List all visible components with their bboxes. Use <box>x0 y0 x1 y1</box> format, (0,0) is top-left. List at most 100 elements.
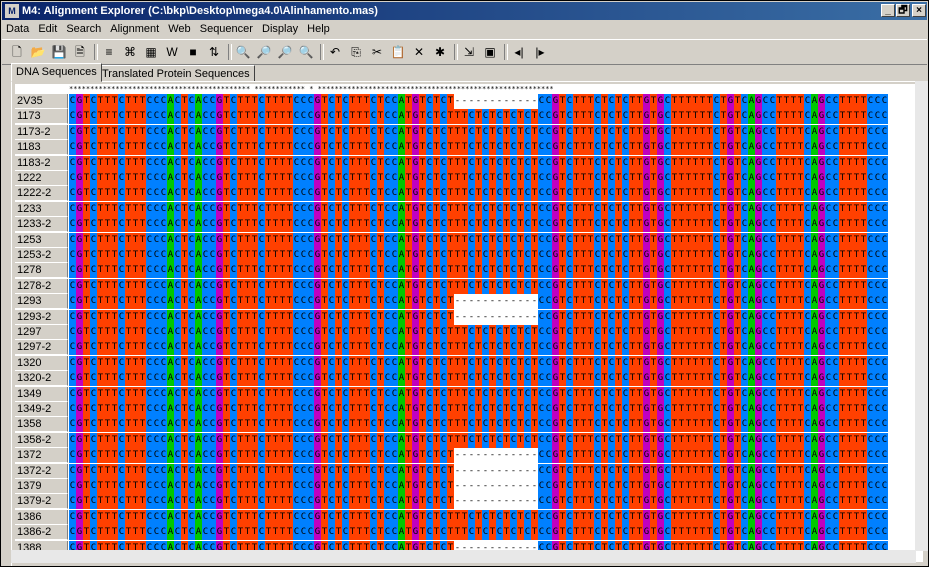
sequence-name[interactable]: 1278-2 <box>15 278 68 294</box>
sequence-name[interactable]: 1372 <box>15 448 68 464</box>
menu-alignment[interactable]: Alignment <box>110 23 159 35</box>
menu-edit[interactable]: Edit <box>38 23 57 35</box>
delete-icon[interactable]: ✕ <box>410 43 428 61</box>
minimize-icon[interactable]: _ <box>881 4 895 17</box>
sequence-bases[interactable]: CGTCTTTCTTTCCCACTCACCGTCTTTCTTTTCCCGTCTC… <box>69 171 888 186</box>
open-folder-icon[interactable]: 📂 <box>29 43 47 61</box>
sequence-bases[interactable]: CGTCTTTCTTTCCCACTCACCGTCTTTCTTTTCCCGTCTC… <box>69 325 888 340</box>
sequence-name[interactable]: 1379-2 <box>15 494 68 510</box>
find-prev-icon[interactable]: 🔎 <box>276 43 294 61</box>
sequence-name[interactable]: 1293 <box>15 294 68 310</box>
sequence-name[interactable]: 1320 <box>15 355 68 371</box>
sequence-name[interactable]: 1320-2 <box>15 371 68 387</box>
sequence-name[interactable]: 1183 <box>15 140 68 156</box>
sequence-name[interactable]: 1233 <box>15 201 68 217</box>
sequence-bases[interactable]: CGTCTTTCTTTCCCACTCACCGTCTTTCTTTTCCCGTCTC… <box>69 432 888 448</box>
sequence-name[interactable]: 1253 <box>15 232 68 248</box>
restore-icon[interactable]: 🗗 <box>896 4 910 17</box>
sequence-bases[interactable]: CGTCTTTCTTTCCCACTCACCGTCTTTCTTTTCCCGTCTC… <box>69 248 888 263</box>
menu-help[interactable]: Help <box>307 23 330 35</box>
sequence-bases[interactable]: CGTCTTTCTTTCCCACTCACCGTCTTTCTTTTCCCGTCTC… <box>69 509 888 525</box>
align-icon[interactable]: ≡ <box>100 43 118 61</box>
cut-icon[interactable]: ✂ <box>368 43 386 61</box>
sequence-bases[interactable]: CGTCTTTCTTTCCCACTCACCGTCTTTCTTTTCCCGTCTC… <box>69 155 888 171</box>
sequence-bases[interactable]: CGTCTTTCTTTCCCACTCACCGTCTTTCTTTTCCCGTCTC… <box>69 494 888 510</box>
find-motif-icon[interactable]: 🔍 <box>297 43 315 61</box>
insert-icon[interactable]: ⇲ <box>460 43 478 61</box>
sequence-name[interactable]: 1349-2 <box>15 402 68 417</box>
sequence-bases[interactable]: CGTCTTTCTTTCCCACTCACCGTCTTTCTTTTCCCGTCTC… <box>69 186 888 202</box>
sequence-name[interactable]: 1379 <box>15 479 68 494</box>
sequence-name[interactable]: 1358 <box>15 417 68 433</box>
delete-gap-icon[interactable]: ✱ <box>431 43 449 61</box>
new-file-icon[interactable]: 🗋 <box>8 43 26 61</box>
sequence-bases[interactable]: CGTCTTTCTTTCCCACTCACCGTCTTTCTTTTCCCGTCTC… <box>69 124 888 140</box>
sequence-bases[interactable]: CGTCTTTCTTTCCCACTCACCGTCTTTCTTTTCCCGTCTC… <box>69 294 888 310</box>
horizontal-scrollbar[interactable] <box>11 550 916 563</box>
menu-search[interactable]: Search <box>66 23 101 35</box>
find-next-icon[interactable]: 🔎 <box>255 43 273 61</box>
tab-translated-protein[interactable]: Translated Protein Sequences <box>97 65 255 82</box>
sequence-name[interactable]: 1297 <box>15 325 68 340</box>
menu-sequencer[interactable]: Sequencer <box>200 23 253 35</box>
sequence-bases[interactable]: CGTCTTTCTTTCCCACTCACCGTCTTTCTTTTCCCGTCTC… <box>69 278 888 294</box>
sequence-name[interactable]: 1233-2 <box>15 217 68 233</box>
tab-dna-sequences[interactable]: DNA Sequences <box>11 63 102 82</box>
undo-icon[interactable]: ↶ <box>326 43 344 61</box>
app-icon[interactable]: M <box>5 4 19 18</box>
sequence-bases[interactable]: CGTCTTTCTTTCCCACTCACCGTCTTTCTTTTCCCGTCTC… <box>69 402 888 417</box>
sequence-name[interactable]: 1222-2 <box>15 186 68 202</box>
sequence-name[interactable]: 1253-2 <box>15 248 68 263</box>
sequence-name[interactable]: 1173 <box>15 109 68 125</box>
sequence-name[interactable]: 1372-2 <box>15 463 68 479</box>
arrow-icon[interactable]: ⇅ <box>205 43 223 61</box>
sequence-bases[interactable]: CGTCTTTCTTTCCCACTCACCGTCTTTCTTTTCCCGTCTC… <box>69 448 888 464</box>
sequence-name[interactable]: 1358-2 <box>15 432 68 448</box>
sequence-name[interactable]: 1349 <box>15 386 68 402</box>
menu-data[interactable]: Data <box>6 23 29 35</box>
sequence-bases[interactable]: CGTCTTTCTTTCCCACTCACCGTCTTTCTTTTCCCGTCTC… <box>69 309 888 325</box>
alignment-grid[interactable]: ****************************************… <box>15 84 923 562</box>
mark-block-icon[interactable]: ▣ <box>481 43 499 61</box>
sequence-name[interactable]: 1222 <box>15 171 68 186</box>
sequence-bases[interactable]: CGTCTTTCTTTCCCACTCACCGTCTTTCTTTTCCCGTCTC… <box>69 217 888 233</box>
sequence-name[interactable]: 1386-2 <box>15 525 68 541</box>
sequence-bases[interactable]: CGTCTTTCTTTCCCACTCACCGTCTTTCTTTTCCCGTCTC… <box>69 340 888 356</box>
sequence-bases[interactable]: CGTCTTTCTTTCCCACTCACCGTCTTTCTTTTCCCGTCTC… <box>69 355 888 371</box>
sequence-name[interactable]: 1386 <box>15 509 68 525</box>
find-icon[interactable]: 🔍 <box>234 43 252 61</box>
paste-icon[interactable]: 📋 <box>389 43 407 61</box>
sequence-data-icon[interactable]: 🗎 <box>71 43 89 61</box>
vertical-scrollbar[interactable] <box>915 81 928 551</box>
move-right-icon[interactable]: |▸ <box>531 43 549 61</box>
sequence-bases[interactable]: CGTCTTTCTTTCCCACTCACCGTCTTTCTTTTCCCGTCTC… <box>69 232 888 248</box>
move-left-icon[interactable]: ◂| <box>510 43 528 61</box>
blast-icon[interactable]: ⌘ <box>121 43 139 61</box>
muscle-icon[interactable]: ▦ <box>142 43 160 61</box>
sequence-bases[interactable]: CGTCTTTCTTTCCCACTCACCGTCTTTCTTTTCCCGTCTC… <box>69 140 888 156</box>
save-icon[interactable]: 💾 <box>50 43 68 61</box>
sequence-bases[interactable]: CGTCTTTCTTTCCCACTCACCGTCTTTCTTTTCCCGTCTC… <box>69 263 888 279</box>
sequence-name[interactable]: 1173-2 <box>15 124 68 140</box>
sequence-name[interactable]: 2V35 <box>15 94 68 109</box>
sequence-name[interactable]: 1293-2 <box>15 309 68 325</box>
menu-web[interactable]: Web <box>168 23 190 35</box>
sequence-bases[interactable]: CGTCTTTCTTTCCCACTCACCGTCTTTCTTTTCCCGTCTC… <box>69 386 888 402</box>
menu-display[interactable]: Display <box>262 23 298 35</box>
toolbar-separator <box>228 44 232 60</box>
sequence-bases[interactable]: CGTCTTTCTTTCCCACTCACCGTCTTTCTTTTCCCGTCTC… <box>69 463 888 479</box>
mark-icon[interactable]: ■ <box>184 43 202 61</box>
sequence-bases[interactable]: CGTCTTTCTTTCCCACTCACCGTCTTTCTTTTCCCGTCTC… <box>69 479 888 494</box>
sequence-bases[interactable]: CGTCTTTCTTTCCCACTCACCGTCTTTCTTTTCCCGTCTC… <box>69 201 888 217</box>
sequence-name[interactable]: 1297-2 <box>15 340 68 356</box>
w-icon[interactable]: W <box>163 43 181 61</box>
sequence-name[interactable]: 1183-2 <box>15 155 68 171</box>
close-icon[interactable]: × <box>912 4 926 17</box>
sequence-bases[interactable]: CGTCTTTCTTTCCCACTCACCGTCTTTCTTTTCCCGTCTC… <box>69 109 888 125</box>
sequence-bases[interactable]: CGTCTTTCTTTCCCACTCACCGTCTTTCTTTTCCCGTCTC… <box>69 371 888 387</box>
copy-icon[interactable]: ⎘ <box>347 43 365 61</box>
sequence-bases[interactable]: CGTCTTTCTTTCCCACTCACCGTCTTTCTTTTCCCGTCTC… <box>69 417 888 433</box>
sequence-bases[interactable]: CGTCTTTCTTTCCCACTCACCGTCTTTCTTTTCCCGTCTC… <box>69 525 888 541</box>
sequence-bases[interactable]: CGTCTTTCTTTCCCACTCACCGTCTTTCTTTTCCCGTCTC… <box>69 94 888 109</box>
sequence-name[interactable]: 1278 <box>15 263 68 279</box>
